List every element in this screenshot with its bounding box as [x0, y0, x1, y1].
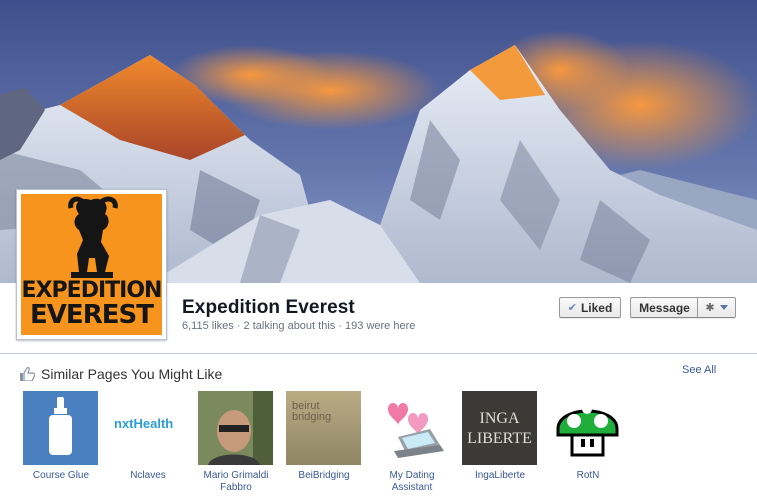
nclaves-thumbnail[interactable]: nxtHealth: [110, 391, 185, 465]
inga-liberte-logo-text: INGA LIBERTE: [467, 410, 532, 447]
thumbs-up-icon: [20, 367, 35, 381]
beirut-bridging-logo-text: beirut bridging: [292, 400, 332, 423]
similar-page-name[interactable]: My Dating Assistant: [370, 470, 454, 494]
caret-down-icon: [719, 305, 728, 310]
similar-page-name[interactable]: Nclaves: [106, 470, 190, 482]
glue-bottle-icon: [49, 397, 72, 455]
similar-page-tile[interactable]: beirut bridging BeiBridging: [286, 391, 361, 482]
similar-page-tile[interactable]: My Dating Assistant: [374, 391, 449, 494]
settings-dropdown-button[interactable]: ✱: [697, 297, 736, 318]
nxthealth-logo-text: nxtHealth: [114, 416, 174, 431]
profile-logo: EXPEDITION EVEREST: [21, 194, 162, 335]
page-stats: 6,115 likes · 2 talking about this · 193…: [182, 320, 416, 332]
mushroom-icon: [556, 404, 619, 457]
message-label: Message: [639, 300, 690, 315]
liked-button[interactable]: ✔ Liked: [559, 297, 621, 318]
hearts-laptop-icon: [388, 403, 444, 458]
similar-page-tile[interactable]: INGA LIBERTE IngaLiberte: [462, 391, 537, 482]
similar-page-tile[interactable]: nxtHealth Nclaves: [110, 391, 185, 482]
see-all-link[interactable]: See All: [682, 364, 716, 376]
similar-page-name[interactable]: Mario Grimaldi Fabbro: [194, 470, 278, 494]
page-title[interactable]: Expedition Everest: [182, 297, 355, 319]
my-dating-assistant-thumbnail[interactable]: [374, 391, 449, 465]
similar-page-tile[interactable]: Mario Grimaldi Fabbro: [198, 391, 273, 494]
similar-page-name[interactable]: IngaLiberte: [458, 470, 542, 482]
gear-icon: ✱: [705, 302, 715, 314]
similar-page-tile[interactable]: RotN: [550, 391, 625, 482]
person-photo: [198, 391, 273, 465]
beibridging-thumbnail[interactable]: beirut bridging: [286, 391, 361, 465]
check-icon: ✔: [567, 302, 577, 314]
liked-label: Liked: [580, 300, 613, 315]
mario-grimaldi-thumbnail[interactable]: [198, 391, 273, 465]
goat-silhouette-icon: [68, 196, 118, 278]
message-button[interactable]: Message: [630, 297, 698, 318]
similar-page-tile[interactable]: Course Glue: [23, 391, 98, 482]
logo-text-line-2: EVEREST: [30, 300, 154, 330]
similar-page-name[interactable]: BeiBridging: [282, 470, 366, 482]
profile-picture[interactable]: EXPEDITION EVEREST: [16, 189, 167, 340]
similar-page-name[interactable]: RotN: [546, 470, 630, 482]
rotn-thumbnail[interactable]: [550, 391, 625, 465]
similar-page-name[interactable]: Course Glue: [19, 470, 103, 482]
similar-pages-title: Similar Pages You Might Like: [41, 366, 223, 382]
similar-pages-heading: Similar Pages You Might Like: [20, 366, 222, 382]
course-glue-thumbnail[interactable]: [23, 391, 98, 465]
ingaliberte-thumbnail[interactable]: INGA LIBERTE: [462, 391, 537, 465]
